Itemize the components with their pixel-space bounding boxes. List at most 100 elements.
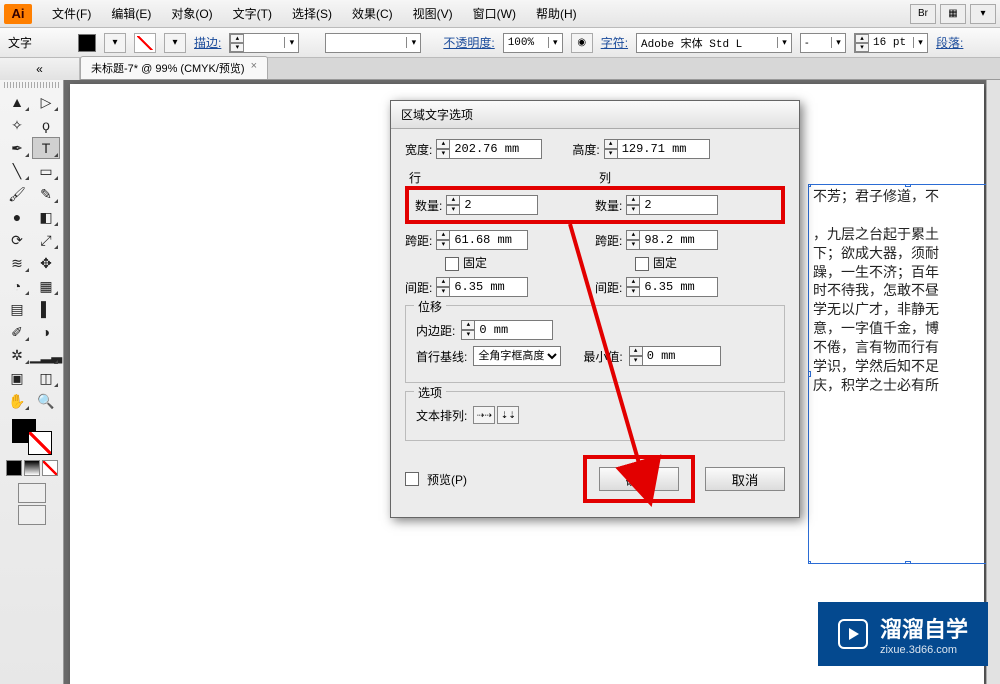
stroke-dropdown[interactable]: ▾: [164, 33, 186, 53]
text-frame[interactable]: 不芳；君子修道，不 ，九层之台起于累土 下；欲成大器，须耐 躁，一生不济；百年 …: [808, 184, 1000, 564]
rows-gutter-field[interactable]: ▴▾: [436, 277, 528, 297]
stroke-color[interactable]: [28, 431, 52, 455]
paragraph-link[interactable]: 段落:: [936, 34, 963, 51]
baseline-combo[interactable]: 全角字框高度: [473, 346, 561, 366]
gradient-tool[interactable]: ▌: [32, 298, 60, 320]
menu-window[interactable]: 窗口(W): [463, 1, 526, 26]
mode-gradient[interactable]: [24, 460, 40, 476]
menu-help[interactable]: 帮助(H): [526, 1, 587, 26]
close-tab-icon[interactable]: ×: [251, 60, 257, 76]
options-group: 选项 文本排列: ⇢⇢ ⇣⇣: [405, 391, 785, 441]
font-family[interactable]: ▾: [636, 33, 792, 53]
brush-combo[interactable]: ▾: [325, 33, 421, 53]
flow-rows-button[interactable]: ⇢⇢: [473, 406, 495, 424]
tab-side: «: [0, 58, 80, 80]
font-style[interactable]: ▾: [800, 33, 846, 53]
preview-checkbox[interactable]: [405, 472, 419, 486]
recolor-icon[interactable]: ◉: [571, 33, 593, 53]
menu-file[interactable]: 文件(F): [42, 1, 101, 26]
menu-select[interactable]: 选择(S): [282, 1, 342, 26]
rows-span-label: 跨距:: [405, 232, 432, 249]
width-tool[interactable]: ≋: [3, 252, 31, 274]
character-link[interactable]: 字符:: [601, 34, 628, 51]
rotate-tool[interactable]: ⟳: [3, 229, 31, 251]
flow-cols-button[interactable]: ⇣⇣: [497, 406, 519, 424]
blob-brush-tool[interactable]: ●: [3, 206, 31, 228]
slice-tool[interactable]: ◫: [32, 367, 60, 389]
vertical-scrollbar[interactable]: [986, 80, 1000, 684]
document-tab[interactable]: 未标题-7* @ 99% (CMYK/预览) ×: [80, 56, 268, 79]
rows-count-label: 数量:: [415, 197, 442, 214]
eraser-tool[interactable]: ◧: [32, 206, 60, 228]
menubar: Ai 文件(F) 编辑(E) 对象(O) 文字(T) 选择(S) 效果(C) 视…: [0, 0, 1000, 28]
cols-gutter-label: 间距:: [595, 279, 622, 296]
min-label: 最小值:: [583, 348, 622, 365]
inset-field[interactable]: ▴▾: [461, 320, 553, 340]
ok-button[interactable]: 确定: [599, 467, 679, 491]
watermark-title: 溜溜自学: [880, 612, 968, 644]
stroke-weight[interactable]: ▴▾▾: [229, 33, 299, 53]
symbol-sprayer-tool[interactable]: ✲: [3, 344, 31, 366]
blend-tool[interactable]: ◑: [32, 321, 60, 343]
menu-edit[interactable]: 编辑(E): [101, 1, 161, 26]
area-type-options-dialog: 区域文字选项 宽度: ▴▾ 高度: ▴▾ 行 列 数量:: [390, 100, 800, 518]
artboard-tool[interactable]: ▣: [3, 367, 31, 389]
cols-fixed-checkbox[interactable]: [635, 257, 649, 271]
rectangle-tool[interactable]: ▭: [32, 160, 60, 182]
pencil-tool[interactable]: ✎: [32, 183, 60, 205]
fill-swatch[interactable]: [78, 34, 96, 52]
fill-dropdown[interactable]: ▾: [104, 33, 126, 53]
arrange-docs-icon[interactable]: ▦: [940, 4, 966, 24]
mode-color[interactable]: [6, 460, 22, 476]
min-field[interactable]: ▴▾: [629, 346, 721, 366]
rows-span-field[interactable]: ▴▾: [436, 230, 528, 250]
paintbrush-tool[interactable]: 🖌: [3, 183, 31, 205]
cols-count-field[interactable]: ▴▾: [626, 195, 718, 215]
free-transform-tool[interactable]: ✥: [32, 252, 60, 274]
menu-type[interactable]: 文字(T): [223, 1, 282, 26]
bridge-icon[interactable]: Br: [910, 4, 936, 24]
font-size[interactable]: ▴▾▾: [854, 33, 928, 53]
draw-mode[interactable]: [18, 483, 46, 503]
cols-gutter-field[interactable]: ▴▾: [626, 277, 718, 297]
mode-none[interactable]: [42, 460, 58, 476]
eyedropper-tool[interactable]: ✐: [3, 321, 31, 343]
magic-wand-tool[interactable]: ✧: [3, 114, 31, 136]
width-field[interactable]: ▴▾: [436, 139, 542, 159]
lasso-tool[interactable]: ϙ: [32, 114, 60, 136]
select-tool[interactable]: ▲: [3, 91, 31, 113]
screen-mode-icon[interactable]: ▾: [970, 4, 996, 24]
watermark-url: zixue.3d66.com: [880, 644, 968, 656]
shape-builder-tool[interactable]: ◔: [3, 275, 31, 297]
color-stack[interactable]: [12, 419, 52, 455]
toolbox-handle[interactable]: [4, 82, 60, 88]
mesh-tool[interactable]: ▤: [3, 298, 31, 320]
scale-tool[interactable]: ⤢: [32, 229, 60, 251]
rows-fixed-checkbox[interactable]: [445, 257, 459, 271]
perspective-grid-tool[interactable]: ▦: [32, 275, 60, 297]
cancel-button[interactable]: 取消: [705, 467, 785, 491]
toolbox: ▲▷ ✧ϙ ✒T ╲▭ 🖌✎ ●◧ ⟳⤢ ≋✥ ◔▦ ▤▌ ✐◑ ✲▁▂▃ ▣◫…: [0, 80, 64, 684]
zoom-tool[interactable]: 🔍: [32, 390, 60, 412]
menu-object[interactable]: 对象(O): [161, 1, 222, 26]
opacity-link[interactable]: 不透明度:: [443, 34, 494, 51]
hand-tool[interactable]: ✋: [3, 390, 31, 412]
height-field[interactable]: ▴▾: [604, 139, 710, 159]
cols-span-field[interactable]: ▴▾: [626, 230, 718, 250]
ok-highlight: 确定: [583, 455, 695, 503]
menu-view[interactable]: 视图(V): [403, 1, 463, 26]
menu-effect[interactable]: 效果(C): [342, 1, 403, 26]
column-graph-tool[interactable]: ▁▂▃: [32, 344, 60, 366]
type-tool[interactable]: T: [32, 137, 60, 159]
offset-group: 位移 内边距: ▴▾ 首行基线: 全角字框高度 最小值: ▴▾: [405, 305, 785, 383]
opacity-field[interactable]: ▾: [503, 33, 563, 53]
direct-select-tool[interactable]: ▷: [32, 91, 60, 113]
screen-mode[interactable]: [18, 505, 46, 525]
stroke-link[interactable]: 描边:: [194, 34, 221, 51]
line-tool[interactable]: ╲: [3, 160, 31, 182]
stroke-swatch[interactable]: [134, 33, 156, 53]
rows-count-field[interactable]: ▴▾: [446, 195, 538, 215]
offset-legend: 位移: [414, 298, 446, 315]
text-frame-content: 不芳；君子修道，不 ，九层之台起于累土 下；欲成大器，须耐 躁，一生不济；百年 …: [813, 190, 939, 394]
pen-tool[interactable]: ✒: [3, 137, 31, 159]
